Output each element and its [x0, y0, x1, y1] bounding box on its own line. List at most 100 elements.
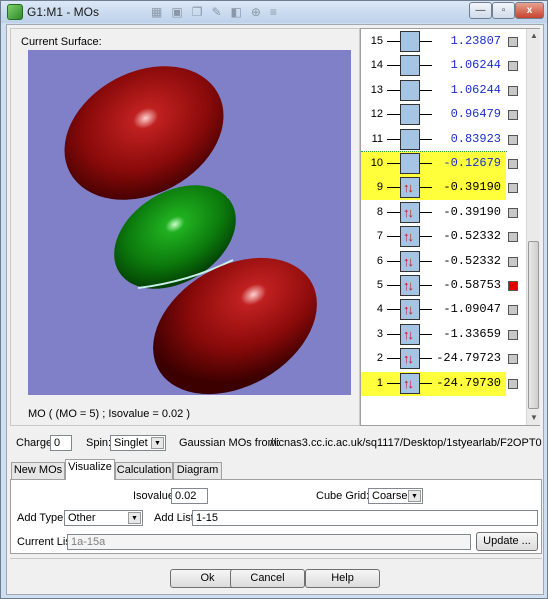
mo-number: 8 — [376, 205, 383, 218]
mo-select-checkbox[interactable] — [508, 37, 518, 47]
grid-icon[interactable]: ▦ — [151, 5, 171, 19]
tab-visualize[interactable]: Visualize — [65, 459, 115, 480]
orbital-box[interactable]: ↑↓ — [400, 299, 420, 321]
orbital-box[interactable]: ↑↓ — [400, 323, 420, 345]
orbital-box[interactable]: ↑↓ — [400, 250, 420, 272]
orbital-box[interactable] — [400, 55, 420, 77]
orbital-render — [64, 66, 317, 395]
isovalue-field[interactable]: 0.02 — [171, 488, 208, 504]
chevron-down-icon: ▼ — [408, 490, 421, 502]
scroll-up-icon[interactable]: ▲ — [527, 29, 541, 43]
minimize-button[interactable]: — — [469, 2, 492, 19]
orbital-box[interactable]: ↑↓ — [400, 348, 420, 370]
spin-label: Spin: — [86, 437, 112, 449]
orbital-box[interactable]: ↑↓ — [400, 177, 420, 199]
view-icon[interactable]: ◧ — [231, 5, 251, 19]
mo-energy: -0.12679 — [443, 156, 501, 170]
mo-energy: -0.52332 — [443, 253, 501, 268]
mo-energy: -24.79723 — [436, 351, 501, 366]
orbital-box[interactable]: ↑↓ — [400, 201, 420, 223]
current-surface-label: Current Surface: — [21, 36, 102, 48]
update-button[interactable]: Update ... — [476, 532, 538, 551]
orbital-box[interactable] — [400, 153, 420, 174]
maximize-button[interactable]: ▫ — [492, 2, 515, 19]
mo-select-checkbox[interactable] — [508, 281, 518, 291]
mo-select-checkbox[interactable] — [508, 329, 518, 340]
mo-select-checkbox[interactable] — [508, 232, 518, 243]
add-type-value: Other — [68, 512, 96, 524]
save-icon[interactable]: ▣ — [171, 5, 191, 19]
mo-select-checkbox[interactable] — [508, 159, 518, 169]
mo-energy: -0.39190 — [443, 204, 501, 219]
scroll-down-icon[interactable]: ▼ — [527, 411, 541, 425]
level-line-left — [387, 114, 400, 116]
title-bar[interactable]: G1:M1 - MOs ▦▣❐✎◧⊕≡ — ▫ x — [1, 1, 547, 23]
mo-level-row[interactable]: 7 ↑↓ -0.52332 — [361, 225, 526, 249]
level-line-left — [387, 358, 400, 360]
add-list-field[interactable]: 1-15 — [192, 510, 538, 526]
mo-level-row[interactable]: 10 -0.12679 — [361, 152, 526, 176]
mo-select-checkbox[interactable] — [508, 61, 518, 72]
scroll-thumb[interactable] — [528, 241, 539, 409]
level-line-left — [387, 236, 400, 238]
mo-level-row[interactable]: 12 0.96479 — [361, 103, 526, 127]
mo-energy: -1.33659 — [443, 326, 501, 341]
charge-field[interactable]: 0 — [50, 435, 72, 451]
mo-level-row[interactable]: 1 ↑↓ -24.79730 — [361, 371, 526, 396]
mo-level-row[interactable]: 13 1.06244 — [361, 79, 526, 103]
spin-select[interactable]: Singlet ▼ — [110, 435, 166, 451]
mo-level-row[interactable]: 5 ↑↓ -0.58753 — [361, 274, 526, 298]
mo-select-checkbox[interactable] — [508, 378, 518, 389]
cancel-button[interactable]: Cancel — [230, 569, 305, 588]
add-type-select[interactable]: Other ▼ — [64, 510, 143, 526]
copy-icon[interactable]: ❐ — [192, 5, 212, 19]
orbital-box[interactable] — [400, 104, 420, 126]
dialog-client: Current Surface: MO ((MO = 5) ; Isovalu… — [6, 24, 544, 595]
orbital-box[interactable] — [400, 79, 420, 101]
mo-select-checkbox[interactable] — [508, 354, 518, 365]
orbital-box[interactable]: ↑↓ — [400, 275, 420, 296]
electron-pair-icon: ↑↓ — [403, 375, 414, 391]
mo-select-checkbox[interactable] — [508, 256, 518, 267]
close-button[interactable]: x — [515, 2, 544, 19]
orbital-box[interactable]: ↑↓ — [400, 372, 420, 394]
mo-select-checkbox[interactable] — [508, 305, 518, 316]
level-line-left — [387, 187, 400, 189]
electron-pair-icon: ↑↓ — [403, 278, 414, 293]
edit-icon[interactable]: ✎ — [211, 5, 230, 19]
mo-level-row[interactable]: 14 1.06244 — [361, 54, 526, 78]
mo-level-row[interactable]: 6 ↑↓ -0.52332 — [361, 250, 526, 274]
cube-grid-select[interactable]: Coarse ▼ — [368, 488, 423, 504]
zoom-icon[interactable]: ⊕ — [251, 5, 270, 19]
level-line-left — [387, 309, 400, 311]
orbital-viewport[interactable] — [28, 50, 351, 395]
tab-diagram[interactable]: Diagram — [173, 462, 222, 479]
mo-select-checkbox[interactable] — [508, 110, 518, 121]
mo-select-checkbox[interactable] — [508, 207, 518, 218]
orbital-box[interactable] — [400, 31, 420, 52]
mo-level-row[interactable]: 4 ↑↓ -1.09047 — [361, 298, 526, 322]
tab-calculation[interactable]: Calculation — [115, 462, 173, 479]
mo-level-row[interactable]: 2 ↑↓ -24.79723 — [361, 347, 526, 371]
mo-select-checkbox[interactable] — [508, 85, 518, 96]
source-path: //icnas3.cc.ic.ac.uk/sq1117/Desktop/1sty… — [270, 437, 542, 449]
mo-select-checkbox[interactable] — [508, 134, 518, 145]
mo-energy: -24.79730 — [436, 375, 501, 390]
mo-select-checkbox[interactable] — [508, 183, 518, 194]
level-line-left — [387, 163, 400, 164]
options-icon[interactable]: ≡ — [270, 5, 286, 19]
mo-level-row[interactable]: 3 ↑↓ -1.33659 — [361, 323, 526, 347]
mo-level-row[interactable]: 15 1.23807 — [361, 30, 526, 54]
orbital-box[interactable] — [400, 128, 420, 150]
mo-level-row[interactable]: 9 ↑↓ -0.39190 — [361, 176, 526, 201]
separator — [10, 558, 542, 559]
help-button[interactable]: Help — [305, 569, 380, 588]
mo-level-row[interactable]: 11 0.83923 — [361, 128, 526, 152]
level-scrollbar[interactable]: ▲ ▼ — [526, 29, 540, 425]
mo-level-row[interactable]: 8 ↑↓ -0.39190 — [361, 201, 526, 225]
orbital-box[interactable]: ↑↓ — [400, 226, 420, 248]
tab-new-mos[interactable]: New MOs — [11, 462, 65, 479]
homo-lumo-gap-line — [361, 151, 507, 152]
add-list-label: Add List: — [154, 512, 197, 524]
level-line-left — [387, 211, 400, 213]
